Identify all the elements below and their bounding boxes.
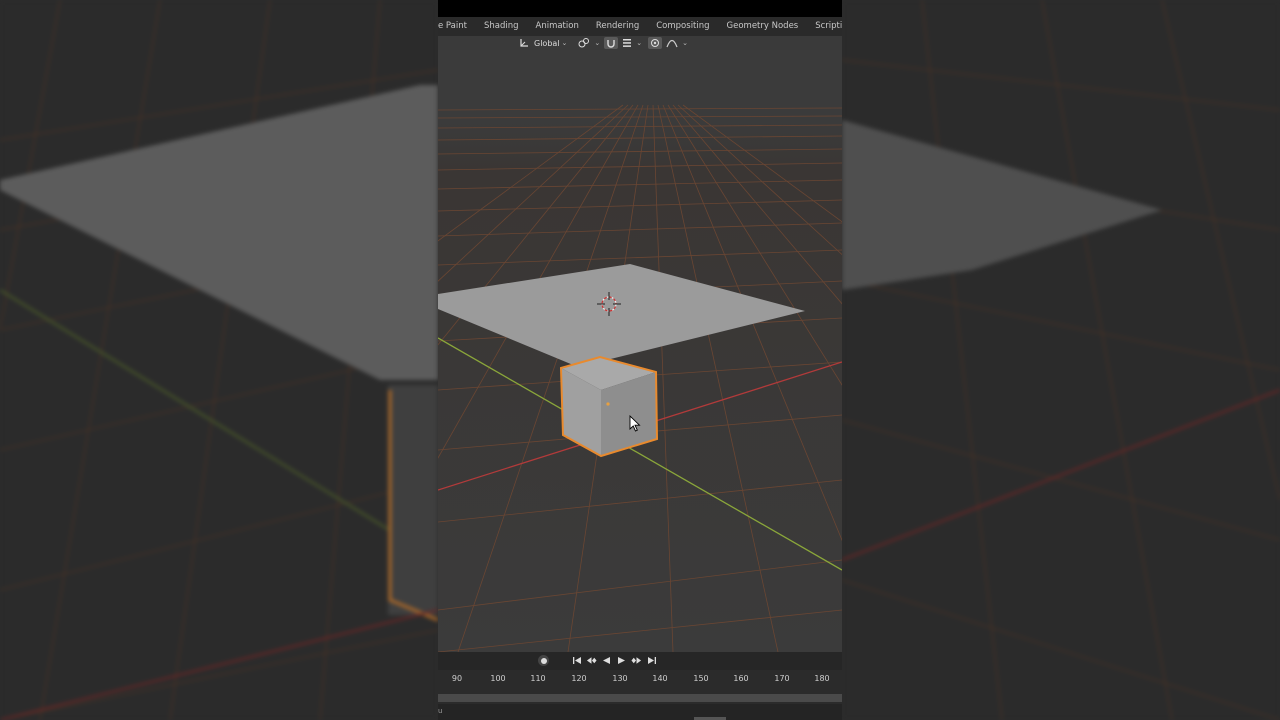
timeline-editor: 90 100 110 120 130 140 150 160 170 180 u: [438, 652, 842, 720]
tab-compositing[interactable]: Compositing: [647, 17, 717, 36]
background-blur-right: [842, 0, 1280, 720]
jump-to-keyframe-forward-icon[interactable]: [631, 655, 642, 666]
timeline-ruler[interactable]: 90 100 110 120 130 140 150 160 170 180: [438, 672, 842, 686]
transform-orientation-label: Global: [534, 38, 560, 48]
pivot-point-icon[interactable]: [576, 37, 592, 49]
frame-tick: 150: [693, 674, 709, 683]
pivot-chevron-icon: ⌄: [594, 39, 601, 47]
transform-orientation-dropdown[interactable]: Global ⌄: [517, 37, 567, 49]
frame-tick: 100: [490, 674, 506, 683]
tab-animation[interactable]: Animation: [527, 17, 587, 36]
viewport-header: Global ⌄ ⌄ ⌄ ⌄: [438, 36, 842, 50]
background-blur-left: [0, 0, 438, 720]
chevron-down-icon: ⌄: [561, 39, 568, 47]
tab-geometry-nodes[interactable]: Geometry Nodes: [718, 17, 807, 36]
frame-tick: 170: [774, 674, 790, 683]
play-icon[interactable]: [616, 655, 627, 666]
tab-shading[interactable]: Shading: [475, 17, 527, 36]
snap-toggle-icon[interactable]: [604, 37, 619, 49]
cube-object[interactable]: [559, 355, 659, 458]
play-reverse-icon[interactable]: [601, 655, 612, 666]
tab-scripting[interactable]: Scripting: [806, 17, 842, 36]
frame-tick: 110: [530, 674, 546, 683]
status-text: u: [438, 707, 443, 715]
frame-tick: 90: [451, 674, 463, 683]
frame-tick: 140: [652, 674, 668, 683]
snap-chevron-icon: ⌄: [636, 39, 643, 47]
timeline-header: [438, 652, 842, 670]
record-button[interactable]: [538, 655, 549, 666]
timeline-scrollbar[interactable]: [438, 694, 842, 702]
tab-texture-paint[interactable]: e Paint: [438, 17, 475, 36]
frame-tick: 120: [571, 674, 587, 683]
frame-tick: 180: [814, 674, 830, 683]
frame-tick: 160: [733, 674, 749, 683]
transform-orientation-icon: [517, 37, 531, 49]
3d-viewport[interactable]: [438, 50, 842, 652]
tab-rendering[interactable]: Rendering: [587, 17, 647, 36]
jump-to-keyframe-back-icon[interactable]: [586, 655, 597, 666]
top-black-bar: [438, 0, 842, 17]
cube-origin-dot: [606, 402, 610, 406]
falloff-chevron-icon: ⌄: [682, 39, 689, 47]
jump-to-start-icon[interactable]: [571, 655, 582, 666]
proportional-editing-icon[interactable]: [648, 37, 663, 49]
frame-tick: 130: [612, 674, 628, 683]
status-bar: u: [438, 704, 842, 720]
blender-window: e Paint Shading Animation Rendering Comp…: [438, 0, 842, 720]
snap-increment-icon[interactable]: [620, 37, 634, 49]
jump-to-end-icon[interactable]: [646, 655, 657, 666]
falloff-icon[interactable]: [664, 37, 680, 49]
workspace-tabs-bar: e Paint Shading Animation Rendering Comp…: [438, 17, 842, 36]
